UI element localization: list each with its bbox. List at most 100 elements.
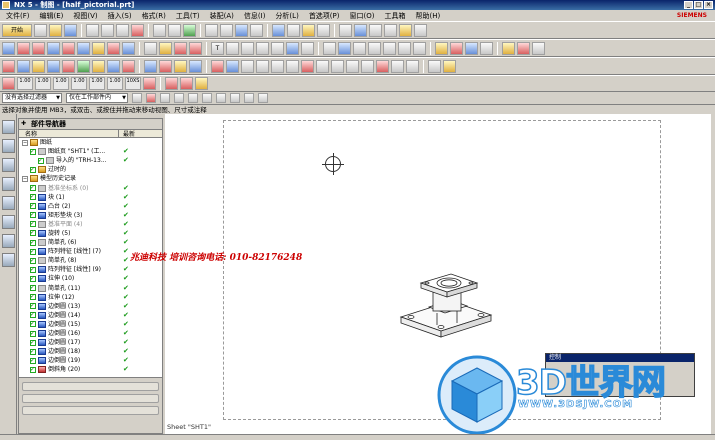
snap-midpoint-icon[interactable] bbox=[188, 93, 198, 103]
visibility-checkbox[interactable] bbox=[30, 338, 36, 347]
tree-node[interactable]: 矩形垫块 (3) ✔ bbox=[19, 210, 162, 220]
visibility-checkbox[interactable] bbox=[30, 365, 36, 374]
visibility-checkbox[interactable] bbox=[30, 238, 36, 247]
menu-window[interactable]: 窗口(O) bbox=[350, 11, 375, 21]
tree-node[interactable]: 导入的 "TRH-13... ✔ bbox=[19, 156, 162, 165]
arc-length-icon[interactable] bbox=[174, 59, 187, 73]
hatch-icon[interactable] bbox=[398, 41, 411, 55]
visibility-checkbox[interactable] bbox=[30, 247, 36, 256]
cross-icon[interactable] bbox=[368, 41, 381, 55]
visibility-checkbox[interactable] bbox=[30, 228, 36, 237]
details-panel[interactable] bbox=[22, 394, 159, 403]
folder-icon[interactable] bbox=[399, 23, 412, 37]
grid-icon[interactable] bbox=[414, 23, 427, 37]
visibility-checkbox[interactable] bbox=[30, 283, 36, 292]
hole-dimension-icon[interactable] bbox=[92, 59, 105, 73]
menu-edit[interactable]: 编辑(E) bbox=[40, 11, 64, 21]
tree-node[interactable]: 边倒圆 (16) ✔ bbox=[19, 329, 162, 338]
tree-node[interactable]: 基准平面 (4) ✔ bbox=[19, 219, 162, 229]
assembly-navigator-tab[interactable] bbox=[1, 120, 15, 134]
chain-dimension-icon[interactable] bbox=[211, 59, 224, 73]
expand-toggle-icon[interactable]: − bbox=[22, 175, 28, 182]
snap-tangent-icon[interactable] bbox=[258, 93, 268, 103]
uptodate-column-header[interactable]: 最新 bbox=[119, 130, 135, 138]
tree-node[interactable]: 边倒圆 (14) ✔ bbox=[19, 310, 162, 320]
view-style-icon[interactable] bbox=[174, 41, 187, 55]
edit-style-icon[interactable] bbox=[502, 41, 515, 55]
tree-node[interactable]: − 图纸 bbox=[19, 138, 162, 147]
angular-dimension-icon[interactable] bbox=[62, 59, 75, 73]
view-boundary-icon[interactable] bbox=[122, 41, 135, 55]
gear-icon[interactable] bbox=[443, 59, 456, 73]
arrow-icon[interactable] bbox=[195, 77, 208, 90]
start-button[interactable]: 开始 bbox=[2, 23, 32, 37]
visibility-checkbox[interactable] bbox=[30, 201, 36, 210]
base-view-icon[interactable] bbox=[17, 41, 30, 55]
help-icon[interactable] bbox=[339, 23, 352, 37]
projected-view-icon[interactable] bbox=[32, 41, 45, 55]
delete-icon[interactable] bbox=[131, 23, 144, 37]
tree-node[interactable]: − 模型历史记录 bbox=[19, 174, 162, 183]
cut-icon[interactable] bbox=[86, 23, 99, 37]
filter-reset-icon[interactable] bbox=[132, 93, 142, 103]
name-column-header[interactable]: 名称 bbox=[19, 130, 119, 138]
visibility-checkbox[interactable] bbox=[30, 183, 36, 192]
new-icon[interactable] bbox=[34, 23, 47, 37]
tree-node[interactable]: 边倒圆 (18) ✔ bbox=[19, 347, 162, 356]
scope-dropdown[interactable]: 仅在工作部件内 bbox=[66, 93, 128, 103]
tree-node[interactable]: 阵列特征 [线性] (9) ✔ bbox=[19, 265, 162, 274]
menu-preferences[interactable]: 首选项(P) bbox=[309, 11, 340, 21]
parallel-dimension-icon[interactable] bbox=[47, 59, 60, 73]
system-materials-tab[interactable] bbox=[1, 234, 15, 248]
history-tab[interactable] bbox=[1, 215, 15, 229]
tolerance-icon[interactable] bbox=[2, 77, 15, 90]
snap-quadrant-icon[interactable] bbox=[230, 93, 240, 103]
menu-file[interactable]: 文件(F) bbox=[6, 11, 30, 21]
tree-node[interactable]: 边倒圆 (17) ✔ bbox=[19, 338, 162, 347]
polygon-icon[interactable] bbox=[331, 59, 344, 73]
detail-view-icon[interactable] bbox=[47, 41, 60, 55]
drawing-sheet-icon[interactable] bbox=[2, 41, 15, 55]
snap-intersection-icon[interactable] bbox=[216, 93, 226, 103]
close-button[interactable]: × bbox=[704, 1, 713, 9]
visibility-checkbox[interactable] bbox=[30, 301, 36, 310]
settings-icon[interactable] bbox=[369, 23, 382, 37]
hd3d-tab[interactable] bbox=[1, 177, 15, 191]
visibility-checkbox[interactable] bbox=[30, 265, 36, 274]
menu-insert[interactable]: 插入(S) bbox=[108, 11, 132, 21]
horizontal-dimension-icon[interactable] bbox=[17, 59, 30, 73]
tabular-note-icon[interactable] bbox=[435, 41, 448, 55]
rectangle-icon[interactable] bbox=[316, 59, 329, 73]
trim-icon[interactable] bbox=[376, 59, 389, 73]
visibility-checkbox[interactable] bbox=[30, 329, 36, 338]
menu-analysis[interactable]: 分析(L) bbox=[275, 11, 298, 21]
section-view-icon[interactable] bbox=[62, 41, 75, 55]
menu-format[interactable]: 格式(R) bbox=[142, 11, 166, 21]
section-line-icon[interactable] bbox=[189, 41, 202, 55]
perpendicular-icon[interactable] bbox=[241, 59, 254, 73]
visibility-checkbox[interactable] bbox=[30, 256, 36, 265]
reuse-library-tab[interactable] bbox=[1, 158, 15, 172]
open-icon[interactable] bbox=[49, 23, 62, 37]
select-all-icon[interactable] bbox=[146, 93, 156, 103]
tree-node[interactable]: 边倒圆 (13) ✔ bbox=[19, 301, 162, 311]
tree-node[interactable]: 简单孔 (6) ✔ bbox=[19, 238, 162, 247]
precision-4-button[interactable]: 1.00 bbox=[71, 77, 87, 90]
precision-6-button[interactable]: 1.00 bbox=[107, 77, 123, 90]
menu-view[interactable]: 视图(V) bbox=[73, 11, 97, 21]
minimize-button[interactable]: _ bbox=[684, 1, 693, 9]
inferred-dimension-icon[interactable] bbox=[2, 59, 15, 73]
check-icon[interactable] bbox=[406, 59, 419, 73]
leader-icon[interactable] bbox=[143, 77, 156, 90]
redo-icon[interactable] bbox=[168, 23, 181, 37]
baseline-dimension-icon[interactable] bbox=[226, 59, 239, 73]
zoom-in-icon[interactable] bbox=[256, 41, 269, 55]
precision-2-button[interactable]: 1.00 bbox=[35, 77, 51, 90]
xyz-icon[interactable] bbox=[391, 59, 404, 73]
circle-icon[interactable] bbox=[286, 59, 299, 73]
save-icon[interactable] bbox=[64, 23, 77, 37]
text-note-icon[interactable]: T bbox=[211, 41, 224, 55]
datum-target-icon[interactable] bbox=[338, 41, 351, 55]
snap-point-icon[interactable] bbox=[244, 93, 254, 103]
tree-node[interactable]: 凸台 (2) ✔ bbox=[19, 201, 162, 211]
